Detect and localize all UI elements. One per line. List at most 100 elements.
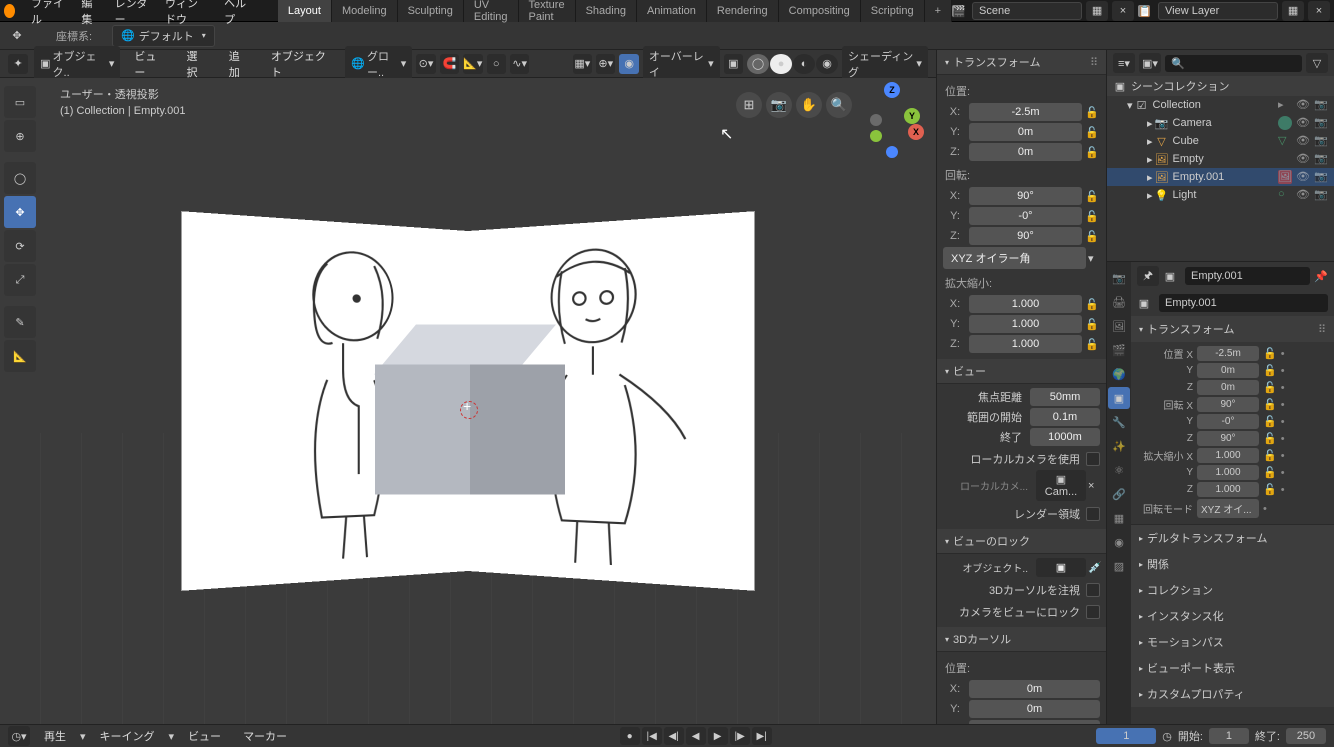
proptab-viewlayer-icon[interactable]: 🖼: [1108, 315, 1130, 337]
editor-type-icon[interactable]: ✦: [8, 54, 28, 74]
prop-loc-z[interactable]: 0m: [1197, 380, 1259, 395]
pivot-icon[interactable]: ⊙▾: [416, 54, 435, 74]
shading-solid-icon[interactable]: ●: [770, 54, 792, 74]
clock-icon[interactable]: ◷: [1162, 730, 1172, 743]
outliner-collection[interactable]: ▾☑Collection ▸👁📷: [1107, 96, 1334, 114]
play-reverse-icon[interactable]: ◀: [686, 727, 706, 745]
outliner-empty[interactable]: ▸🖼Empty 👁📷: [1107, 150, 1334, 168]
scale-y-lock-icon[interactable]: 🔓: [1084, 316, 1100, 332]
move-gizmo-icon[interactable]: ✥: [8, 27, 26, 45]
ws-tab-modeling[interactable]: Modeling: [332, 0, 398, 22]
orientation-dropdown[interactable]: 🌐デフォルト: [112, 25, 215, 47]
axis-neg-y-icon[interactable]: [870, 130, 882, 142]
clipend-field[interactable]: 1000m: [1030, 428, 1100, 446]
axis-neg-icon[interactable]: [870, 114, 882, 126]
menu-file[interactable]: ファイル: [23, 0, 73, 27]
xray-icon[interactable]: ▣: [724, 54, 743, 74]
prop-section-delta[interactable]: デルタトランスフォーム: [1131, 525, 1334, 551]
ws-tab-layout[interactable]: Layout: [278, 0, 332, 22]
prop-loc-y[interactable]: 0m: [1197, 363, 1259, 378]
prop-rot-z[interactable]: 90°: [1197, 431, 1259, 446]
scene-browse-icon[interactable]: ▦: [1086, 1, 1108, 21]
jump-start-icon[interactable]: |◀: [642, 727, 662, 745]
vp-menu-object[interactable]: オブジェクト: [263, 48, 339, 80]
cursor-y-field[interactable]: 0m: [969, 700, 1100, 718]
n-viewlock-header[interactable]: ビューのロック: [937, 529, 1106, 554]
render-icon[interactable]: 📷: [1314, 134, 1328, 148]
prop-pin2-icon[interactable]: 📌: [1314, 270, 1328, 283]
proptab-constraint-icon[interactable]: 🔗: [1108, 483, 1130, 505]
scale-x-lock-icon[interactable]: 🔓: [1084, 296, 1100, 312]
rot-y-lock-icon[interactable]: 🔓: [1084, 208, 1100, 224]
eyedropper-icon[interactable]: 💉: [1088, 561, 1100, 574]
prop-transform-header[interactable]: トランスフォーム⠿: [1131, 316, 1334, 342]
n-view-header[interactable]: ビュー: [937, 359, 1106, 384]
focal-field[interactable]: 50mm: [1030, 388, 1100, 406]
timeline-keying[interactable]: キーイング: [92, 728, 163, 744]
viewlayer-close-icon[interactable]: ×: [1308, 1, 1330, 21]
loc-x-field[interactable]: -2.5m: [969, 103, 1082, 121]
loc-y-field[interactable]: 0m: [969, 123, 1082, 141]
tool-cursor[interactable]: ⊕: [4, 120, 36, 152]
cursor-x-field[interactable]: 0m: [969, 680, 1100, 698]
proptab-world-icon[interactable]: 🌍: [1108, 363, 1130, 385]
lock-icon[interactable]: 🔓: [1263, 347, 1277, 360]
prop-section-relations[interactable]: 関係: [1131, 551, 1334, 577]
3d-viewport[interactable]: ▭ ⊕ ◯ ✥ ⟳ ⤢ ✎ 📐 ユーザー・透視投影 (1) Collection…: [0, 78, 936, 724]
prop-section-instancing[interactable]: インスタンス化: [1131, 603, 1334, 629]
loc-y-lock-icon[interactable]: 🔓: [1084, 124, 1100, 140]
anim-dot-icon[interactable]: •: [1281, 348, 1285, 360]
next-key-icon[interactable]: |▶: [730, 727, 750, 745]
lock-object-picker[interactable]: ▣: [1036, 558, 1086, 577]
orientation-global[interactable]: 🌐グロー..▾: [345, 46, 412, 82]
proptab-object-icon[interactable]: ▣: [1108, 387, 1130, 409]
local-cam-picker[interactable]: ▣ Cam...: [1036, 470, 1086, 501]
rot-z-lock-icon[interactable]: 🔓: [1084, 228, 1100, 244]
nav-dolly-icon[interactable]: 🔍: [826, 92, 852, 118]
mesh-data-icon[interactable]: ▽: [1278, 134, 1292, 148]
eye-icon[interactable]: 👁: [1296, 152, 1310, 166]
ws-tab-compositing[interactable]: Compositing: [779, 0, 861, 22]
loc-x-lock-icon[interactable]: 🔓: [1084, 104, 1100, 120]
prop-section-motionpath[interactable]: モーションパス: [1131, 629, 1334, 655]
outliner-empty001[interactable]: ▸🖼Empty.001 🖼👁📷: [1107, 168, 1334, 186]
eye-icon[interactable]: 👁: [1296, 134, 1310, 148]
lock-icon[interactable]: 🔓: [1263, 432, 1277, 445]
rotation-mode-dropdown[interactable]: XYZ オイラー角: [943, 247, 1086, 269]
snap-dropdown-icon[interactable]: 📐▾: [463, 54, 482, 74]
prop-pin-icon[interactable]: 🖈: [1137, 266, 1159, 286]
shading-rendered-icon[interactable]: ◉: [816, 54, 838, 74]
timeline-view[interactable]: ビュー: [180, 728, 229, 744]
tool-rotate[interactable]: ⟳: [4, 230, 36, 262]
axis-x-icon[interactable]: X: [908, 124, 924, 140]
proptab-material-icon[interactable]: ◉: [1108, 531, 1130, 553]
tool-scale[interactable]: ⤢: [4, 264, 36, 296]
timeline-marker[interactable]: マーカー: [235, 728, 295, 744]
outliner-cube[interactable]: ▸▽Cube ▽👁📷: [1107, 132, 1334, 150]
prop-section-viewport[interactable]: ビューポート表示: [1131, 655, 1334, 681]
prev-key-icon[interactable]: ◀|: [664, 727, 684, 745]
lock-icon[interactable]: 🔓: [1263, 381, 1277, 394]
cursor-z-field[interactable]: 0m: [969, 720, 1100, 724]
viewlayer-field[interactable]: View Layer: [1158, 2, 1278, 20]
rot-z-field[interactable]: 90°: [969, 227, 1082, 245]
end-frame-field[interactable]: 250: [1286, 728, 1326, 744]
menu-help[interactable]: ヘルプ: [216, 0, 258, 27]
prop-section-collection[interactable]: コレクション: [1131, 577, 1334, 603]
lock-icon[interactable]: 🔓: [1263, 466, 1277, 479]
light-data-icon[interactable]: ○: [1278, 188, 1292, 202]
render-icon[interactable]: 📷: [1314, 188, 1328, 202]
proptab-scene-icon[interactable]: 🎬: [1108, 339, 1130, 361]
shading-dropdown[interactable]: シェーディング▾: [842, 46, 928, 82]
lock-icon[interactable]: 🔓: [1263, 415, 1277, 428]
lock-icon[interactable]: 🔓: [1263, 398, 1277, 411]
lock-cursor-checkbox[interactable]: [1086, 583, 1100, 597]
camera-to-view-checkbox[interactable]: [1086, 605, 1100, 619]
eye-icon[interactable]: 👁: [1296, 116, 1310, 130]
eye-icon[interactable]: 👁: [1296, 188, 1310, 202]
proptab-data-icon[interactable]: ▦: [1108, 507, 1130, 529]
proportional-dropdown-icon[interactable]: ∿▾: [510, 54, 529, 74]
current-frame-field[interactable]: 1: [1096, 728, 1156, 744]
clipstart-field[interactable]: 0.1m: [1030, 408, 1100, 426]
ws-tab-shading[interactable]: Shading: [576, 0, 637, 22]
